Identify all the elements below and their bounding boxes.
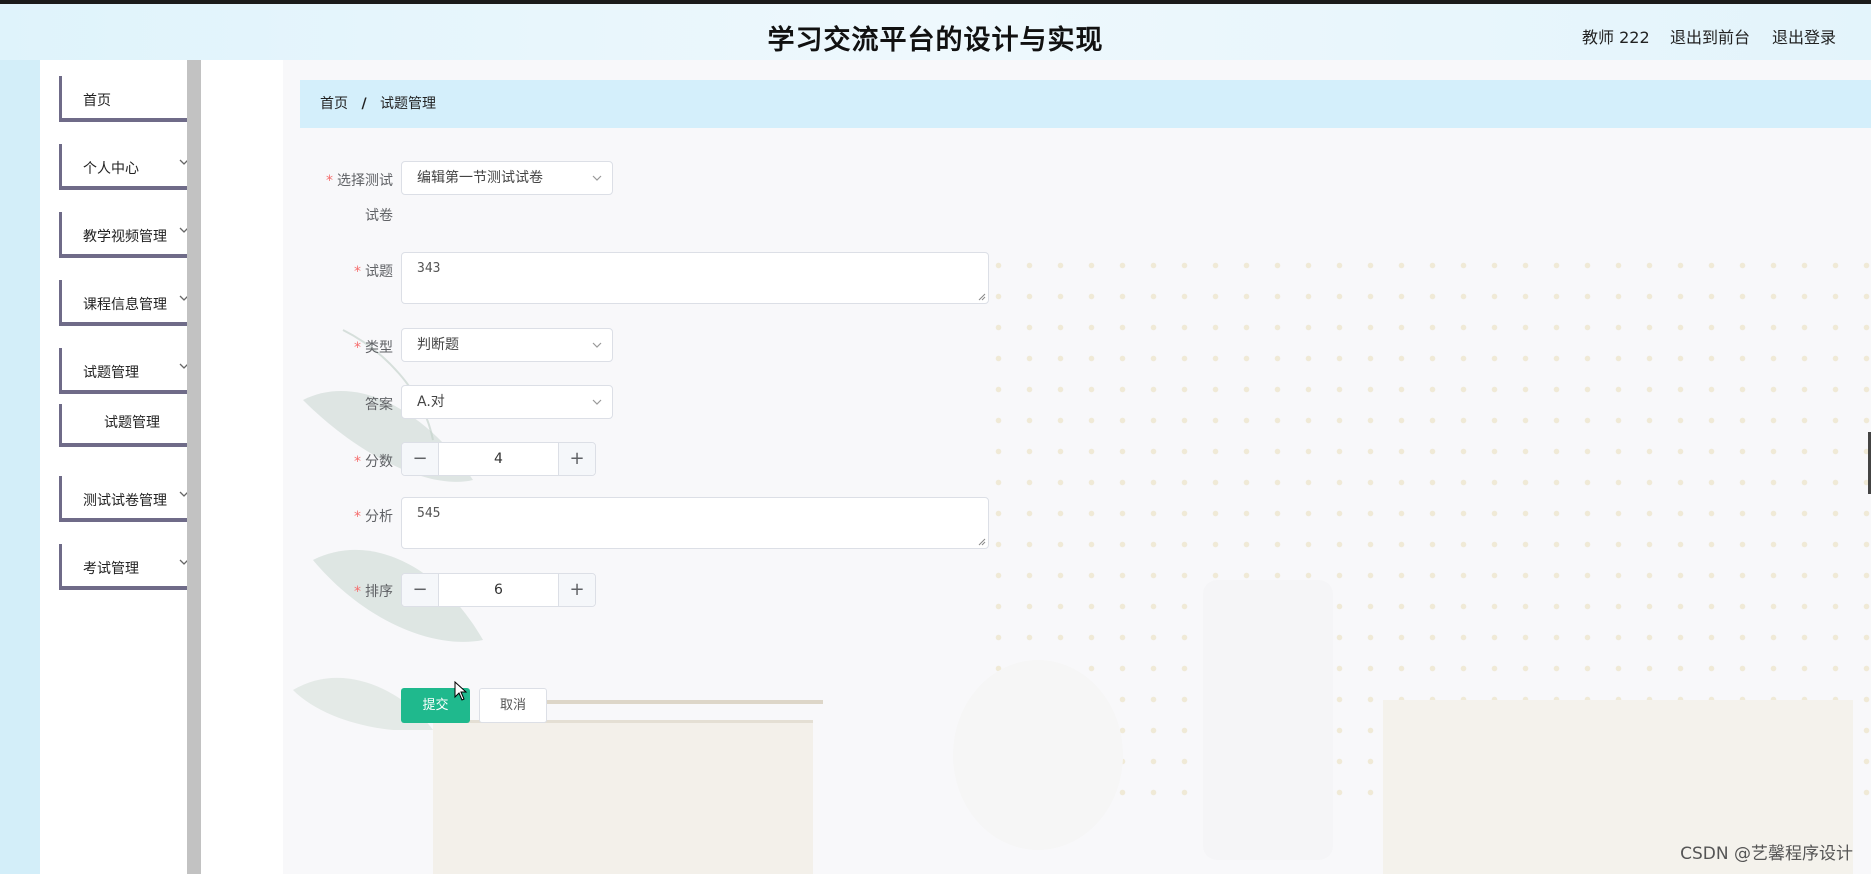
score-field-label: * 分数 — [354, 454, 393, 470]
order-field-label: * 排序 — [354, 584, 393, 600]
breadcrumb-home-link[interactable]: 首页 — [320, 96, 348, 112]
sidebar-menu: 首页 个人中心 教学视频管理 课程信息管理 试题管理 试题管理 测试试卷管理 考… — [40, 60, 205, 874]
main-content: 首页 / 试题管理 * 选择测试 试卷 编辑第一节测试试卷 * 试题 343 * 类型… — [283, 60, 1871, 874]
score-stepper[interactable]: − 4 + — [401, 442, 596, 476]
required-mark: * — [354, 264, 361, 280]
content-gutter — [201, 60, 283, 874]
required-mark: * — [354, 584, 361, 600]
score-stepper-value[interactable]: 4 — [439, 443, 558, 475]
score-increment-button[interactable]: + — [558, 443, 595, 475]
sidebar-item-exam-management[interactable]: 考试管理 — [59, 544, 205, 590]
breadcrumb-current: 试题管理 — [380, 96, 437, 112]
order-increment-button[interactable]: + — [558, 574, 595, 606]
sidebar-item-label: 首页 — [83, 93, 111, 109]
sidebar-item-personal-center[interactable]: 个人中心 — [59, 144, 205, 190]
sidebar-divider[interactable] — [187, 60, 201, 874]
resize-grip-icon[interactable] — [978, 293, 986, 301]
app-header: 学习交流平台的设计与实现 教师 222 退出到前台 退出登录 — [0, 4, 1871, 60]
analysis-textarea-value: 545 — [417, 506, 441, 521]
logout-link[interactable]: 退出登录 — [1772, 24, 1836, 48]
test-paper-select-value: 编辑第一节测试试卷 — [417, 170, 543, 186]
sidebar-item-question-management[interactable]: 试题管理 — [59, 348, 205, 394]
sidebar-subitem-question-management[interactable]: 试题管理 — [59, 404, 205, 447]
answer-select-value: A.对 — [417, 394, 445, 410]
sidebar-item-home[interactable]: 首页 — [59, 76, 205, 122]
background-box-decoration — [433, 720, 813, 874]
answer-select[interactable]: A.对 — [401, 385, 613, 419]
type-select[interactable]: 判断题 — [401, 328, 613, 362]
user-label: 教师 222 — [1582, 28, 1650, 47]
mouse-cursor-icon — [454, 681, 468, 701]
type-select-value: 判断题 — [417, 337, 459, 353]
question-textarea[interactable]: 343 — [401, 252, 989, 304]
order-decrement-button[interactable]: − — [402, 574, 439, 606]
sidebar-item-test-paper-management[interactable]: 测试试卷管理 — [59, 476, 205, 522]
required-mark: * — [326, 173, 333, 189]
background-dot-pattern — [983, 250, 1871, 810]
order-stepper-value[interactable]: 6 — [439, 574, 558, 606]
sidebar-item-video-management[interactable]: 教学视频管理 — [59, 212, 205, 258]
question-textarea-value: 343 — [417, 261, 441, 276]
watermark: CSDN @艺馨程序设计 — [1680, 844, 1853, 864]
analysis-textarea[interactable]: 545 — [401, 497, 989, 549]
score-decrement-button[interactable]: − — [402, 443, 439, 475]
sidebar-item-label: 个人中心 — [83, 161, 139, 177]
resize-grip-icon[interactable] — [978, 538, 986, 546]
answer-field-label: 答案 — [365, 397, 393, 413]
paper-field-label-line2: 试卷 — [365, 208, 393, 224]
sidebar-item-course-management[interactable]: 课程信息管理 — [59, 280, 205, 326]
required-mark: * — [354, 340, 361, 356]
question-field-label: * 试题 — [354, 264, 393, 280]
sidebar-item-label: 试题管理 — [83, 365, 139, 381]
sidebar-item-label: 课程信息管理 — [83, 297, 167, 313]
chevron-down-icon — [592, 342, 602, 348]
analysis-field-label: * 分析 — [354, 509, 393, 525]
chevron-down-icon — [592, 175, 602, 181]
sidebar-item-label: 考试管理 — [83, 561, 139, 577]
sidebar-subitem-label: 试题管理 — [104, 415, 160, 431]
back-to-frontend-link[interactable]: 退出到前台 — [1670, 24, 1750, 48]
breadcrumb: 首页 / 试题管理 — [300, 80, 1871, 128]
order-stepper[interactable]: − 6 + — [401, 573, 596, 607]
type-field-label: * 类型 — [354, 340, 393, 356]
chevron-down-icon — [592, 399, 602, 405]
test-paper-select[interactable]: 编辑第一节测试试卷 — [401, 161, 613, 195]
sidebar-item-label: 教学视频管理 — [83, 229, 167, 245]
paper-field-label: * 选择测试 — [326, 173, 393, 189]
left-accent-bar — [0, 60, 40, 874]
cancel-button[interactable]: 取消 — [479, 688, 547, 723]
required-mark: * — [354, 454, 361, 470]
breadcrumb-separator: / — [361, 96, 367, 112]
sidebar-item-label: 测试试卷管理 — [83, 493, 167, 509]
required-mark: * — [354, 509, 361, 525]
